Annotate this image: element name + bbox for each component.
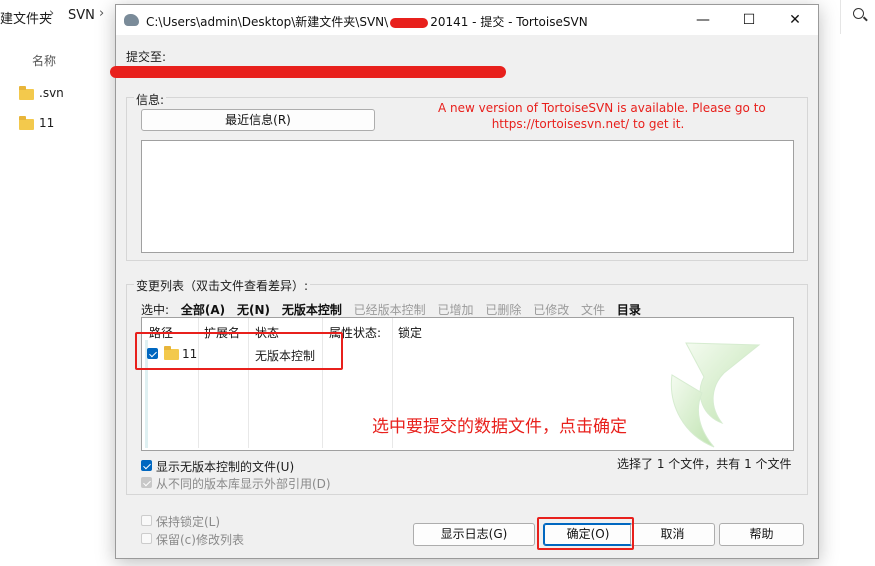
breadcrumb-chevron-icon: › xyxy=(99,6,105,21)
breadcrumb-item[interactable]: SVN xyxy=(68,8,95,23)
list-item[interactable]: 11 xyxy=(19,116,109,132)
folder-icon xyxy=(19,86,34,100)
breadcrumb-chevron-icon: › xyxy=(49,6,55,21)
commit-to-label: 提交至: xyxy=(126,50,167,64)
select-label: 选中: xyxy=(141,303,170,317)
search-icon[interactable] xyxy=(840,0,875,34)
commit-message-textarea[interactable] xyxy=(141,140,794,253)
commit-arrow-icon xyxy=(670,342,761,448)
checkbox-disabled xyxy=(141,477,152,488)
filter-deleted: 已删除 xyxy=(485,303,522,317)
close-button[interactable]: ✕ xyxy=(772,5,818,35)
folder-icon xyxy=(19,116,34,130)
filter-all[interactable]: 全部(A) xyxy=(181,303,225,317)
filter-unversioned[interactable]: 无版本控制 xyxy=(282,303,342,317)
list-item-label: 11 xyxy=(39,116,55,130)
column-header-name[interactable]: 名称 xyxy=(32,52,56,69)
checkbox-checked[interactable] xyxy=(141,460,152,471)
highlight-box xyxy=(135,332,343,370)
keep-changelist-label: 保留(c)修改列表 xyxy=(156,533,244,547)
filter-added: 已增加 xyxy=(437,303,474,317)
filter-versioned: 已经版本控制 xyxy=(353,303,426,317)
list-item[interactable]: .svn xyxy=(19,86,109,102)
filter-modified: 已修改 xyxy=(533,303,570,317)
minimize-button[interactable]: — xyxy=(680,5,726,35)
list-item-label: .svn xyxy=(39,86,64,100)
update-notice[interactable]: A new version of TortoiseSVN is availabl… xyxy=(438,100,766,132)
checkbox-unchecked xyxy=(141,515,152,526)
checkbox-unchecked xyxy=(141,533,152,544)
recent-messages-button[interactable]: 最近信息(R) xyxy=(141,109,375,131)
redacted-url xyxy=(110,66,506,78)
maximize-button[interactable]: ☐ xyxy=(726,5,772,35)
tortoisesvn-icon xyxy=(124,14,139,26)
redaction-mark xyxy=(390,17,429,28)
title-bar[interactable]: C:\Users\admin\Desktop\新建文件夹\SVN\ 20141 -… xyxy=(116,5,818,35)
breadcrumb-item[interactable]: 建文件夹 xyxy=(0,8,52,27)
highlight-box xyxy=(537,517,634,550)
cancel-button[interactable]: 取消 xyxy=(630,523,715,546)
instruction-annotation: 选中要提交的数据文件，点击确定 xyxy=(372,417,627,437)
filter-files: 文件 xyxy=(581,303,606,317)
filter-directories[interactable]: 目录 xyxy=(617,303,641,317)
column-lock[interactable]: 锁定 xyxy=(398,324,422,341)
show-log-button[interactable]: 显示日志(G) xyxy=(413,523,535,546)
window-title: C:\Users\admin\Desktop\新建文件夹\SVN\ 20141 -… xyxy=(146,15,588,29)
filter-none[interactable]: 无(N) xyxy=(237,303,270,317)
changes-label: 变更列表（双击文件查看差异）: xyxy=(134,277,311,294)
show-externals-label: 从不同的版本库显示外部引用(D) xyxy=(156,477,331,491)
show-unversioned-label: 显示无版本控制的文件(U) xyxy=(156,460,295,474)
commit-dialog: C:\Users\admin\Desktop\新建文件夹\SVN\ 20141 -… xyxy=(110,4,819,559)
keep-locks-label: 保持锁定(L) xyxy=(156,515,221,529)
selection-summary: 选择了 1 个文件，共有 1 个文件 xyxy=(617,457,792,471)
filter-bar: 选中: 全部(A) 无(N) 无版本控制 已经版本控制 已增加 已删除 已修改 … xyxy=(141,301,649,318)
message-label: 信息: xyxy=(134,91,167,108)
help-button[interactable]: 帮助 xyxy=(719,523,804,546)
